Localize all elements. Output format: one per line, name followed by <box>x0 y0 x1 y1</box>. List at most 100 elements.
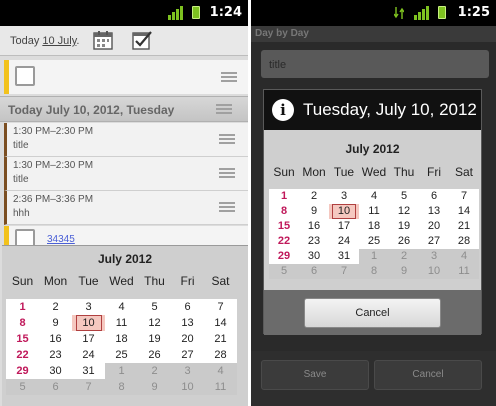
drag-handle-icon[interactable] <box>219 134 235 144</box>
calendar-day[interactable]: 21 <box>449 219 479 234</box>
drag-handle-icon[interactable] <box>221 72 237 82</box>
calendar-day[interactable]: 6 <box>171 299 204 315</box>
checkbox-icon[interactable] <box>15 66 35 86</box>
calendar-day[interactable]: 20 <box>419 219 449 234</box>
calendar-day[interactable]: 2 <box>138 363 171 379</box>
calendar-day[interactable]: 11 <box>204 379 237 395</box>
calendar-day[interactable]: 16 <box>299 219 329 234</box>
calendar-day[interactable]: 24 <box>329 234 359 249</box>
calendar-day[interactable]: 1 <box>6 299 39 315</box>
calendar-day[interactable]: 5 <box>389 189 419 204</box>
event-item[interactable]: 2:36 PM–3:36 PM hhh <box>4 191 248 225</box>
event-item[interactable]: 1:30 PM–2:30 PM title <box>4 157 248 191</box>
calendar-day[interactable]: 23 <box>299 234 329 249</box>
calendar-day[interactable]: 31 <box>72 363 105 379</box>
calendar-day[interactable]: 27 <box>419 234 449 249</box>
event-link[interactable]: 34345 <box>47 234 75 245</box>
calendar-day[interactable]: 11 <box>449 264 479 279</box>
dialog-cancel-button[interactable]: Cancel <box>304 298 441 328</box>
today-link[interactable]: Today 10 July. <box>10 35 79 47</box>
all-day-event-row[interactable]: 34345 <box>4 226 248 249</box>
calendar-day[interactable]: 17 <box>72 331 105 347</box>
calendar-day[interactable]: 19 <box>138 331 171 347</box>
all-day-event-row[interactable] <box>4 60 248 94</box>
calendar-day[interactable]: 29 <box>269 249 299 264</box>
calendar-day[interactable]: 18 <box>359 219 389 234</box>
calendar-day[interactable]: 9 <box>299 204 329 219</box>
calendar-day[interactable]: 25 <box>359 234 389 249</box>
drag-handle-icon[interactable] <box>219 168 235 178</box>
calendar-day[interactable]: 28 <box>449 234 479 249</box>
calendar-day[interactable]: 2 <box>39 299 72 315</box>
calendar-day[interactable]: 21 <box>204 331 237 347</box>
calendar-day[interactable]: 15 <box>269 219 299 234</box>
calendar-day[interactable]: 4 <box>449 249 479 264</box>
calendar-day[interactable]: 4 <box>105 299 138 315</box>
calendar-day[interactable]: 9 <box>138 379 171 395</box>
task-icon[interactable] <box>131 29 153 51</box>
calendar-day[interactable]: 7 <box>204 299 237 315</box>
calendar-day[interactable]: 9 <box>389 264 419 279</box>
calendar-day[interactable]: 14 <box>204 315 237 331</box>
calendar-day[interactable]: 29 <box>6 363 39 379</box>
calendar-day[interactable]: 24 <box>72 347 105 363</box>
calendar-day[interactable]: 1 <box>269 189 299 204</box>
calendar-day[interactable]: 8 <box>6 315 39 331</box>
calendar-day[interactable]: 6 <box>39 379 72 395</box>
calendar-day[interactable]: 3 <box>329 189 359 204</box>
calendar-day[interactable]: 3 <box>72 299 105 315</box>
calendar-day[interactable]: 25 <box>105 347 138 363</box>
calendar-day[interactable]: 7 <box>329 264 359 279</box>
calendar-day[interactable]: 11 <box>105 315 138 331</box>
calendar-day[interactable]: 5 <box>138 299 171 315</box>
calendar-day[interactable]: 28 <box>204 347 237 363</box>
calendar-day[interactable]: 27 <box>171 347 204 363</box>
calendar-day[interactable]: 10 <box>171 379 204 395</box>
calendar-day[interactable]: 13 <box>419 204 449 219</box>
calendar-day[interactable]: 6 <box>299 264 329 279</box>
drag-handle-icon[interactable] <box>219 202 235 212</box>
calendar-day[interactable]: 14 <box>449 204 479 219</box>
calendar-day[interactable]: 10 <box>419 264 449 279</box>
calendar-day[interactable]: 8 <box>269 204 299 219</box>
calendar-day[interactable]: 30 <box>299 249 329 264</box>
calendar-day[interactable]: 2 <box>389 249 419 264</box>
calendar-day[interactable]: 17 <box>329 219 359 234</box>
calendar-day[interactable]: 18 <box>105 331 138 347</box>
calendar-day[interactable]: 7 <box>449 189 479 204</box>
save-button[interactable]: Save <box>261 360 369 390</box>
calendar-day[interactable]: 31 <box>329 249 359 264</box>
calendar-day[interactable]: 26 <box>138 347 171 363</box>
calendar-day[interactable]: 2 <box>299 189 329 204</box>
calendar-day[interactable]: 3 <box>171 363 204 379</box>
calendar-day-selected[interactable]: 10 <box>329 204 359 219</box>
calendar-day[interactable]: 22 <box>6 347 39 363</box>
calendar-day[interactable]: 11 <box>359 204 389 219</box>
calendar-day[interactable]: 8 <box>105 379 138 395</box>
calendar-icon[interactable] <box>92 29 114 51</box>
calendar-day[interactable]: 30 <box>39 363 72 379</box>
title-field[interactable]: title <box>261 50 489 78</box>
calendar-day[interactable]: 9 <box>39 315 72 331</box>
calendar-day[interactable]: 19 <box>389 219 419 234</box>
calendar-day[interactable]: 12 <box>138 315 171 331</box>
calendar-day[interactable]: 4 <box>204 363 237 379</box>
calendar-day[interactable]: 26 <box>389 234 419 249</box>
calendar-day[interactable]: 16 <box>39 331 72 347</box>
calendar-day[interactable]: 22 <box>269 234 299 249</box>
calendar-day[interactable]: 15 <box>6 331 39 347</box>
calendar-day[interactable]: 23 <box>39 347 72 363</box>
calendar-day[interactable]: 3 <box>419 249 449 264</box>
calendar-day-selected[interactable]: 10 <box>72 315 105 331</box>
event-item[interactable]: 1:30 PM–2:30 PM title <box>4 123 248 157</box>
calendar-day[interactable]: 1 <box>359 249 389 264</box>
drag-handle-icon[interactable] <box>216 104 232 114</box>
calendar-day[interactable]: 12 <box>389 204 419 219</box>
calendar-day[interactable]: 4 <box>359 189 389 204</box>
calendar-day[interactable]: 5 <box>269 264 299 279</box>
calendar-day[interactable]: 6 <box>419 189 449 204</box>
calendar-day[interactable]: 7 <box>72 379 105 395</box>
calendar-day[interactable]: 8 <box>359 264 389 279</box>
calendar-day[interactable]: 5 <box>6 379 39 395</box>
calendar-day[interactable]: 13 <box>171 315 204 331</box>
